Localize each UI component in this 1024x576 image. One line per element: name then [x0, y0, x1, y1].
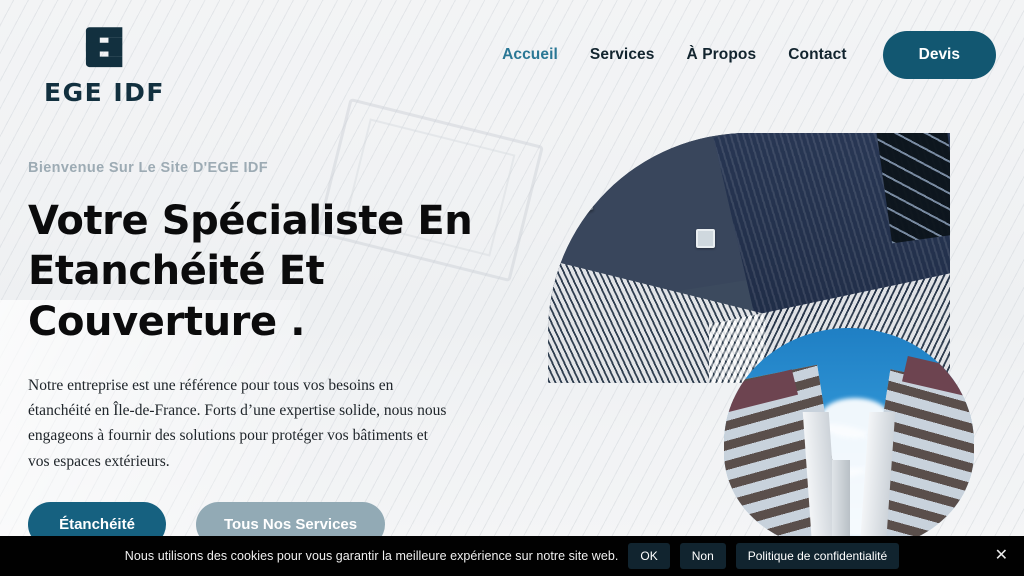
devis-button[interactable]: Devis: [882, 31, 996, 79]
site-header: EGE IDF Accueil Services À Propos Contac…: [0, 0, 1024, 110]
nav-item-accueil[interactable]: Accueil: [486, 46, 574, 64]
privacy-policy-link[interactable]: Politique de confidentialité: [735, 543, 900, 569]
nav-item-a-propos[interactable]: À Propos: [671, 46, 773, 64]
brand-logo[interactable]: EGE IDF: [44, 22, 166, 107]
nav-item-services[interactable]: Services: [574, 46, 671, 64]
cookie-banner: Nous utilisons des cookies pour vous gar…: [0, 536, 1024, 576]
hero-title: Votre Spécialiste En Etanchéité Et Couve…: [28, 198, 473, 345]
hero-paragraph: Notre entreprise est une référence pour …: [28, 377, 447, 470]
close-icon[interactable]: ✕: [995, 548, 1008, 564]
cookie-message: Nous utilisons des cookies pour vous gar…: [124, 549, 619, 563]
skylight-icon: [696, 229, 715, 248]
cookie-accept-button[interactable]: OK: [628, 543, 670, 569]
brand-name: EGE IDF: [44, 78, 166, 107]
hero-content: Bienvenue Sur Le Site D'EGE IDF Votre Sp…: [28, 160, 508, 547]
cookie-decline-button[interactable]: Non: [679, 543, 726, 569]
main-navigation: Accueil Services À Propos Contact Devis: [486, 0, 996, 110]
nav-item-contact[interactable]: Contact: [772, 46, 862, 64]
hero-media: [548, 110, 1024, 550]
hero-eyebrow: Bienvenue Sur Le Site D'EGE IDF: [28, 160, 268, 176]
page-root: EGE IDF Accueil Services À Propos Contac…: [0, 0, 1024, 576]
buildings-sky-image: [724, 328, 974, 550]
ege-monogram-icon: [85, 27, 122, 68]
